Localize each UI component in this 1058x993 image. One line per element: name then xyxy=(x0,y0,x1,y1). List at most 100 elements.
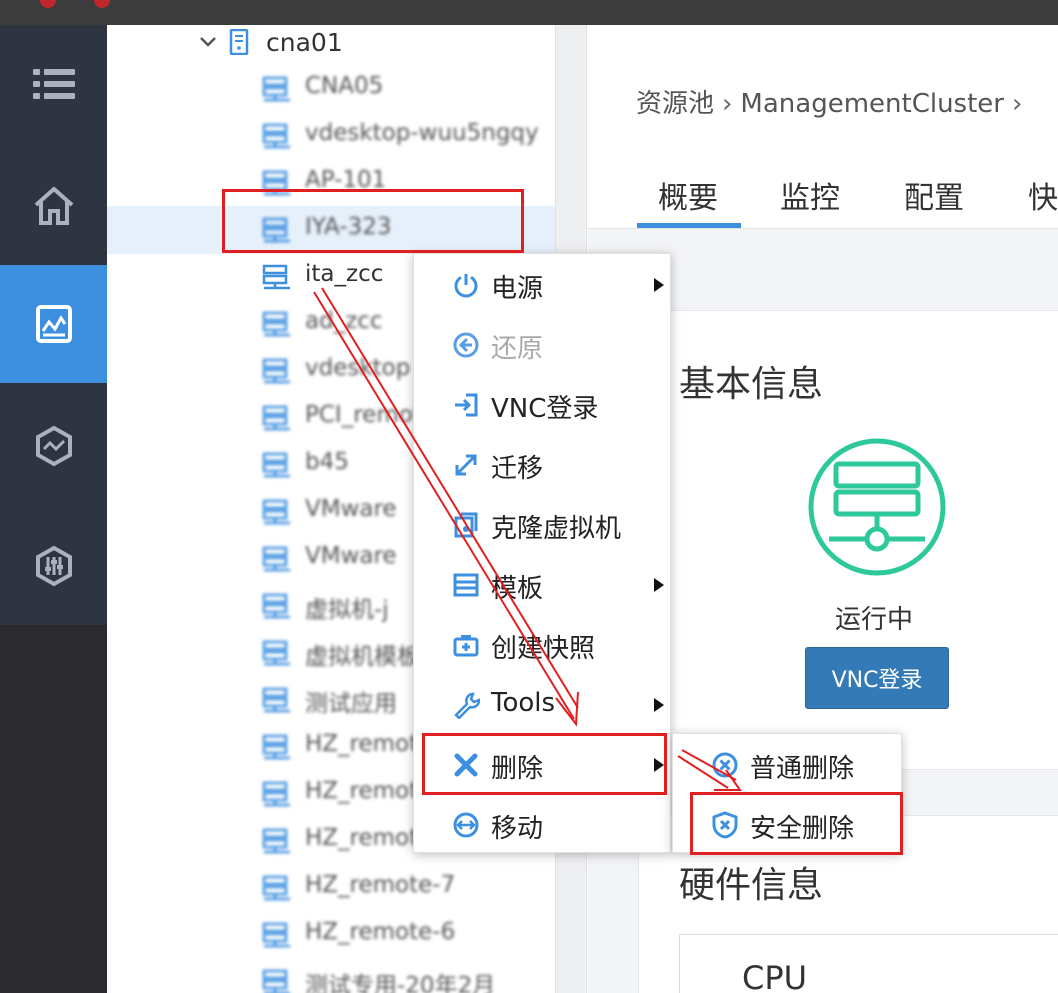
vm-icon xyxy=(262,781,290,807)
move-icon xyxy=(453,812,479,838)
chevron-down-icon[interactable] xyxy=(199,33,217,51)
nav-menu-toggle[interactable] xyxy=(0,25,107,143)
vm-status-text: 运行中 xyxy=(835,605,914,635)
basic-info-title: 基本信息 xyxy=(679,364,824,405)
basic-info-card: 基本信息 运行中 VNC登录 xyxy=(638,310,1058,770)
context-menu-item[interactable]: Tools xyxy=(414,674,672,734)
nav-home[interactable] xyxy=(0,147,107,265)
vm-icon xyxy=(262,922,290,948)
left-nav-bar xyxy=(0,25,107,993)
menu-item-label: VNC登录 xyxy=(491,394,599,424)
annotation-box-delete-item xyxy=(422,733,667,795)
tab-summary[interactable]: 概要 xyxy=(658,173,718,217)
vm-icon xyxy=(262,640,290,666)
menu-item-label: 电源 xyxy=(491,274,544,304)
window-top-bar xyxy=(0,0,1058,25)
context-menu-item[interactable]: 移动 xyxy=(414,794,672,854)
tab-monitor[interactable]: 监控 xyxy=(780,173,840,217)
menu-item-label: 迁移 xyxy=(491,454,544,484)
submenu-arrow-icon xyxy=(654,698,664,712)
login-icon xyxy=(455,393,478,417)
wrench-icon xyxy=(454,692,480,719)
tree-vm-row[interactable]: HZ_remote-7 xyxy=(107,864,555,912)
tree-vm-label: VMware xyxy=(305,543,397,569)
tree-vm-label: vdesktop-wuu5ngqy xyxy=(305,120,539,146)
context-menu-item[interactable]: 克隆虚拟机 xyxy=(414,494,672,554)
vm-icon xyxy=(262,593,290,619)
vm-icon xyxy=(262,123,290,149)
clone-icon xyxy=(454,512,478,538)
vm-icon xyxy=(262,358,290,384)
cpu-panel: CPU xyxy=(679,934,1058,993)
window-close-dot[interactable] xyxy=(40,0,56,8)
tab-config[interactable]: 配置 xyxy=(904,173,964,217)
breadcrumb-separator: › xyxy=(722,89,733,119)
submenu-arrow-icon xyxy=(654,278,664,292)
window-minimize-dot[interactable] xyxy=(94,0,110,8)
submenu-arrow-icon xyxy=(654,578,664,592)
monitor-chart-icon xyxy=(35,305,72,343)
menu-item-label: 克隆虚拟机 xyxy=(491,514,622,544)
vm-icon xyxy=(262,499,290,525)
left-nav-empty-area xyxy=(0,625,107,993)
breadcrumb-item[interactable]: ManagementCluster xyxy=(740,89,1004,119)
menu-item-normal-delete[interactable]: 普通删除 xyxy=(673,734,903,794)
tab-snapshot[interactable]: 快 xyxy=(1028,173,1058,217)
menu-item-label: 移动 xyxy=(491,814,544,844)
vm-icon xyxy=(262,452,290,478)
hexagon-sliders-icon xyxy=(35,545,72,587)
vm-icon xyxy=(262,264,290,290)
nav-settings[interactable] xyxy=(0,507,107,625)
breadcrumb-item[interactable]: 资源池 xyxy=(636,89,714,119)
vm-icon xyxy=(262,734,290,760)
tree-vm-row[interactable]: vdesktop-wuu5ngqy xyxy=(107,112,555,160)
context-menu-item[interactable]: 模板 xyxy=(414,554,672,614)
tree-vm-label: HZ_remote-7 xyxy=(305,872,456,898)
tree-vm-label: 虚拟机-j xyxy=(305,597,389,623)
hexagon-wave-icon xyxy=(35,425,72,467)
vm-icon xyxy=(262,546,290,572)
breadcrumb-separator: › xyxy=(1011,89,1023,119)
server-host-icon xyxy=(229,29,249,55)
tree-vm-label: ad_zcc xyxy=(305,308,383,334)
tree-vm-label: b45 xyxy=(305,449,349,475)
vm-icon xyxy=(262,875,290,901)
context-menu-item[interactable]: 还原 xyxy=(414,314,672,374)
vm-icon xyxy=(262,969,290,993)
snapshot-icon xyxy=(453,635,479,657)
tree-vm-label: 虚拟机模板 xyxy=(305,644,420,670)
tree-vm-label: CNA05 xyxy=(305,73,384,99)
running-vm-icon xyxy=(808,438,946,576)
menu-item-label: 还原 xyxy=(491,334,544,364)
menu-item-label: 模板 xyxy=(491,574,544,604)
context-menu-item[interactable]: 迁移 xyxy=(414,434,672,494)
vm-icon xyxy=(262,311,290,337)
breadcrumb: 资源池 › ManagementCluster › xyxy=(636,83,1030,120)
vm-icon xyxy=(262,828,290,854)
context-menu-item[interactable]: 创建快照 xyxy=(414,614,672,674)
nav-monitor[interactable] xyxy=(0,265,107,383)
tree-vm-label: 测试应用 xyxy=(305,691,397,717)
menu-item-label: Tools xyxy=(491,688,556,718)
tree-vm-label: vdesktop xyxy=(305,355,411,381)
tree-host-label: cna01 xyxy=(266,28,343,57)
tree-vm-row[interactable]: CNA05 xyxy=(107,65,555,113)
vm-icon xyxy=(262,687,290,713)
tree-vm-row[interactable]: HZ_remote-6 xyxy=(107,911,555,959)
context-menu-item[interactable]: 电源 xyxy=(414,254,672,314)
restore-icon xyxy=(453,332,479,358)
home-icon xyxy=(34,187,73,225)
menu-item-label: 创建快照 xyxy=(491,634,596,664)
menu-item-label: 普通删除 xyxy=(750,754,855,784)
tree-vm-row[interactable]: 测试专用-20年2月 xyxy=(107,958,555,993)
vm-icon xyxy=(262,76,290,102)
template-icon xyxy=(453,573,479,597)
context-menu-item[interactable]: VNC登录 xyxy=(414,374,672,434)
active-tab-indicator xyxy=(637,223,741,228)
power-icon xyxy=(454,274,478,298)
hardware-info-title: 硬件信息 xyxy=(679,865,824,906)
vnc-login-button[interactable]: VNC登录 xyxy=(805,647,949,709)
nav-network[interactable] xyxy=(0,387,107,505)
vm-icon xyxy=(262,405,290,431)
tree-vm-label: VMware xyxy=(305,496,397,522)
